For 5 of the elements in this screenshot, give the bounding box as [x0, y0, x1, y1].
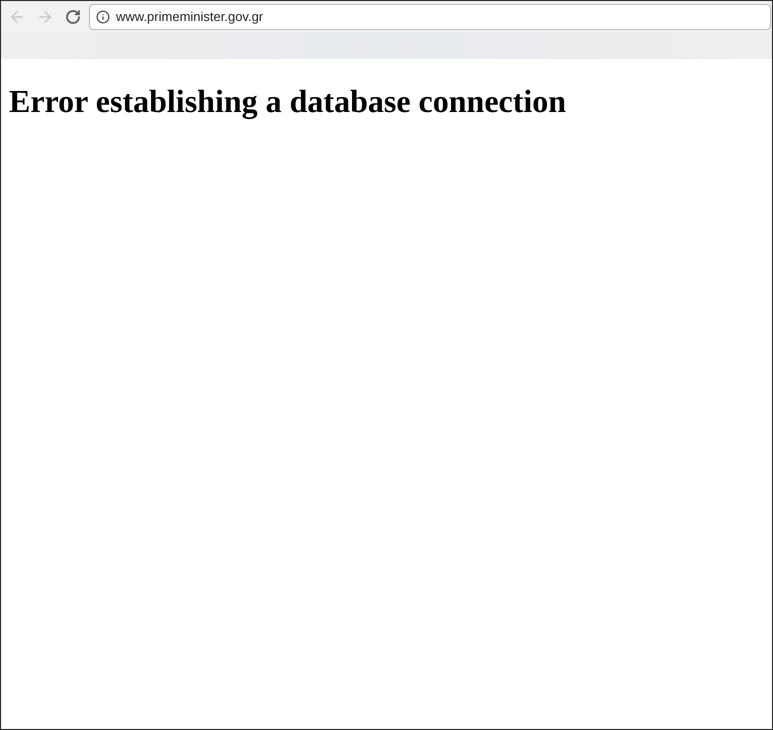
reload-icon — [65, 8, 81, 24]
url-text: www.primeminister.gov.gr — [116, 8, 264, 26]
info-icon — [96, 10, 110, 24]
address-bar[interactable]: www.primeminister.gov.gr — [89, 4, 771, 30]
error-heading: Error establishing a database connection — [9, 82, 568, 121]
